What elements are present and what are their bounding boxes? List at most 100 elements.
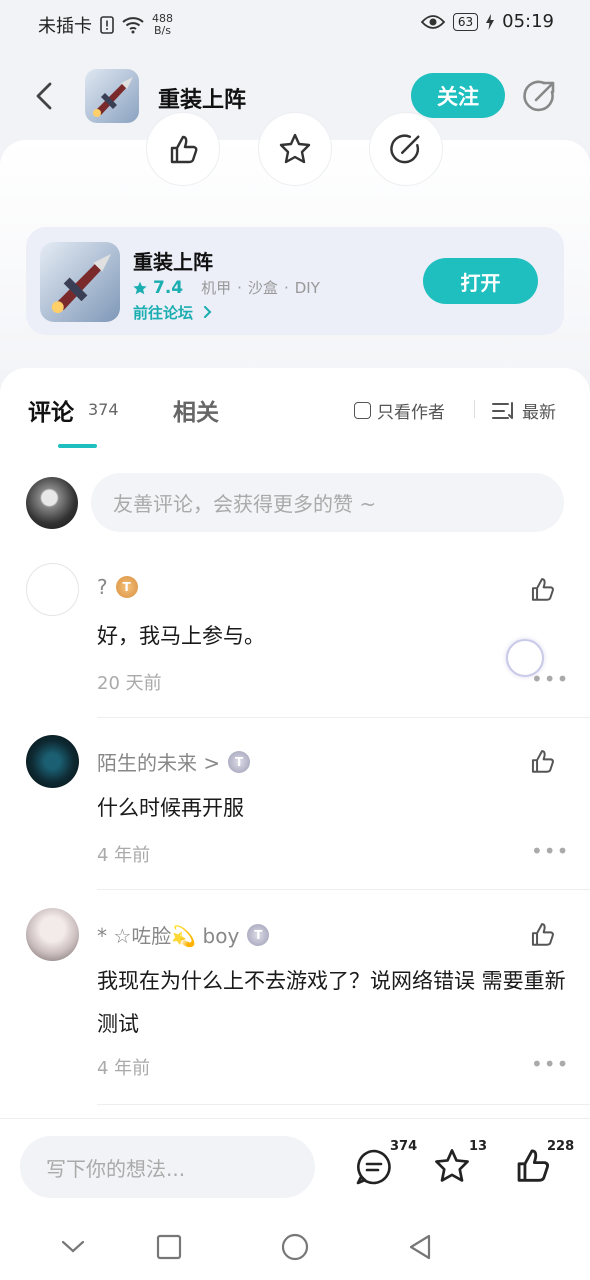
author-only-toggle[interactable]: 只看作者 (354, 398, 445, 423)
badge-icon: T (115, 576, 138, 598)
carrier-label: 未插卡 (38, 16, 92, 37)
tab-comments-count: 374 (88, 400, 119, 419)
like-button[interactable] (528, 575, 556, 603)
checkbox-icon (354, 402, 371, 419)
my-avatar[interactable] (26, 477, 78, 529)
chevron-down-icon[interactable] (60, 1236, 86, 1256)
more-options-button[interactable]: ••• (531, 839, 569, 863)
likes-count: 228 (547, 1139, 575, 1154)
thumbs-up-icon (517, 1149, 549, 1182)
thumbs-up-icon (531, 923, 554, 946)
comment-item: ? T 好，我马上参与。 20 天前 ••• (0, 563, 590, 718)
share-icon (390, 134, 420, 164)
thumbs-up-icon (170, 135, 198, 164)
like-button[interactable] (528, 920, 556, 948)
author-name: * ☆咗脸💫 boy (97, 924, 240, 948)
bottom-action-bar: 写下你的想法... 374 13 228 (0, 1118, 590, 1216)
charging-icon (486, 13, 495, 30)
comment-author[interactable]: 陌生的未来 > T (97, 747, 251, 776)
like-post-button[interactable] (146, 112, 220, 186)
status-right: 63 05:19 (420, 11, 554, 32)
net-speed-unit: B/s (154, 24, 171, 37)
divider (474, 400, 475, 418)
page-title: 重装上阵 (158, 88, 247, 113)
home-icon[interactable] (281, 1233, 309, 1261)
forum-link-label: 前往论坛 (133, 304, 194, 322)
comments-panel: 评论 374 相关 只看作者 最新 友善评论，会获得更多的赞 ~ ? T 好，我… (0, 368, 590, 1118)
share-icon (523, 80, 555, 112)
comment-author[interactable]: ? T (97, 575, 138, 599)
clock: 05:19 (502, 11, 554, 32)
star-icon (279, 133, 311, 164)
avatar[interactable] (26, 908, 79, 961)
thumbs-up-icon (531, 750, 554, 773)
divider (97, 717, 590, 718)
tab-comments[interactable]: 评论 (28, 393, 74, 427)
sort-button[interactable]: 最新 (492, 398, 556, 423)
like-bottom-button[interactable] (512, 1145, 552, 1189)
comment-time: 4 年前 (97, 845, 151, 866)
loading-indicator (506, 639, 544, 677)
back-button[interactable] (28, 78, 60, 114)
back-nav-icon[interactable] (407, 1233, 433, 1261)
system-nav-bar (0, 1216, 590, 1280)
comment-item: * ☆咗脸💫 boy T 我现在为什么上不去游戏了？说网络错误 需要重新测试 4… (0, 908, 590, 1108)
game-tag: DIY (294, 278, 320, 297)
divider (97, 1104, 590, 1105)
wifi-icon (122, 17, 144, 34)
author-name: 陌生的未来 > (97, 751, 221, 775)
star-icon (435, 1149, 469, 1182)
sort-label: 最新 (522, 403, 556, 423)
comment-input[interactable]: 友善评论，会获得更多的赞 ~ (91, 473, 564, 532)
follow-button[interactable]: 关注 (411, 73, 505, 118)
comment-text: 什么时候再开服 (97, 796, 244, 820)
write-comment-input[interactable]: 写下你的想法... (20, 1136, 315, 1198)
eye-icon (420, 14, 445, 29)
game-thumbnail[interactable] (85, 69, 139, 123)
comment-text: 我现在为什么上不去游戏了？说网络错误 需要重新测试 (97, 969, 566, 1036)
forum-link[interactable]: 前往论坛 (133, 302, 212, 323)
status-bar: 未插卡 488 B/s 63 05:19 (0, 0, 590, 50)
author-only-label: 只看作者 (377, 403, 445, 423)
comment-time: 20 天前 (97, 673, 162, 694)
net-speed: 488 B/s (152, 13, 173, 37)
game-art-image (85, 69, 139, 123)
sort-icon (492, 401, 513, 419)
game-score: 7.4 (153, 277, 184, 298)
comment-item: 陌生的未来 > T 什么时候再开服 4 年前 ••• (0, 735, 590, 890)
badge-icon: T (247, 923, 270, 946)
active-tab-indicator (58, 444, 97, 448)
open-game-button[interactable]: 打开 (423, 258, 538, 304)
comment-bubble-icon (356, 1149, 391, 1185)
thumbs-up-icon (531, 578, 554, 601)
chevron-left-icon (36, 82, 52, 110)
status-left: 未插卡 488 B/s (38, 12, 173, 38)
share-button[interactable] (522, 78, 558, 114)
star-filled-icon (133, 281, 147, 294)
comments-button[interactable] (354, 1147, 394, 1191)
chevron-right-icon (204, 306, 212, 318)
favorites-count: 13 (469, 1139, 488, 1154)
game-card[interactable]: 重装上阵 7.4 机甲 · 沙盒 · DIY 前往论坛 打开 (26, 227, 564, 335)
game-art-image (40, 242, 120, 322)
like-button[interactable] (528, 747, 556, 775)
favorite-button[interactable] (432, 1146, 472, 1190)
comment-time: 4 年前 (97, 1058, 151, 1079)
recent-apps-icon[interactable] (156, 1234, 182, 1260)
comment-text: 好，我马上参与。 (97, 624, 265, 648)
author-name: ? (97, 575, 108, 599)
avatar[interactable] (26, 563, 79, 616)
favorite-post-button[interactable] (258, 112, 332, 186)
divider (97, 889, 590, 890)
sim-alert-icon (100, 16, 114, 34)
game-icon (40, 242, 120, 322)
game-meta: 7.4 机甲 · 沙盒 · DIY (133, 277, 320, 298)
game-name: 重装上阵 (133, 250, 213, 274)
game-tag: 机甲 (201, 279, 232, 297)
game-tag: 沙盒 (247, 279, 278, 297)
tab-related[interactable]: 相关 (173, 393, 219, 427)
share-post-button[interactable] (369, 112, 443, 186)
avatar[interactable] (26, 735, 79, 788)
comment-author[interactable]: * ☆咗脸💫 boy T (97, 920, 270, 949)
more-options-button[interactable]: ••• (531, 1052, 569, 1076)
